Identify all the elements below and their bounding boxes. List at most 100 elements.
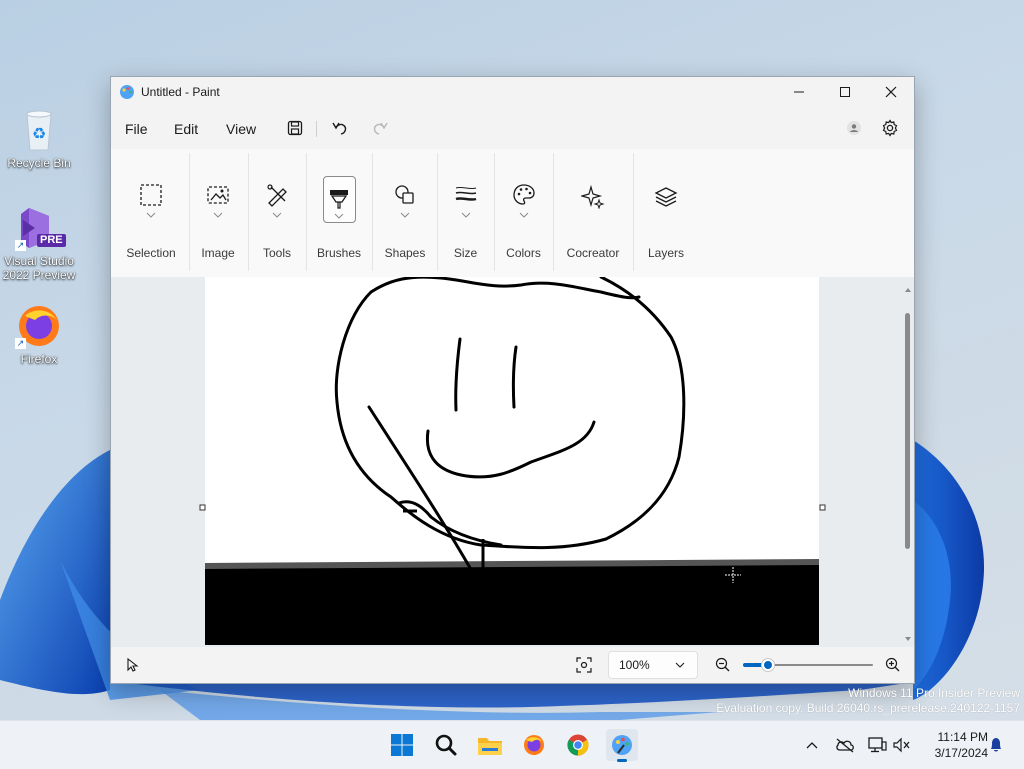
- chrome-taskbar-button[interactable]: [562, 729, 594, 761]
- fit-to-window-button[interactable]: [575, 656, 593, 674]
- palette-icon: [506, 177, 542, 213]
- redo-button[interactable]: [370, 118, 390, 138]
- close-icon: [885, 86, 897, 98]
- layers-label: Layers: [647, 246, 685, 260]
- cloud-off-icon: [836, 738, 854, 753]
- ribbon-group-shapes[interactable]: Shapes: [372, 149, 438, 277]
- ribbon-group-brushes[interactable]: Brushes: [306, 149, 372, 277]
- undo-button[interactable]: [330, 118, 350, 138]
- firefox-icon: ↗: [15, 302, 63, 350]
- menu-edit[interactable]: Edit: [174, 121, 198, 137]
- size-icon: [448, 177, 484, 213]
- size-label: Size: [453, 246, 478, 260]
- selection-label: Selection: [126, 246, 176, 260]
- scroll-down-icon[interactable]: [904, 635, 912, 643]
- file-explorer-button[interactable]: [474, 729, 506, 761]
- paint-window: Untitled - Paint File Edit View Selectio…: [110, 76, 915, 684]
- minimize-button[interactable]: [776, 77, 822, 107]
- maximize-icon: [840, 87, 850, 97]
- save-icon: [287, 120, 303, 136]
- volume-status[interactable]: [890, 733, 914, 757]
- settings-button[interactable]: [880, 118, 900, 138]
- chevron-up-icon: [806, 742, 818, 749]
- undo-icon: [332, 122, 347, 135]
- scroll-up-icon[interactable]: [904, 286, 912, 294]
- clock[interactable]: 11:14 PM 3/17/2024: [920, 729, 988, 761]
- shapes-label: Shapes: [384, 246, 426, 260]
- scrollbar-thumb[interactable]: [905, 313, 910, 549]
- ribbon-group-selection[interactable]: Selection: [113, 149, 189, 277]
- drawing-canvas[interactable]: [111, 277, 914, 647]
- ribbon-group-cocreator[interactable]: Cocreator: [553, 149, 633, 277]
- chrome-icon: [567, 734, 589, 756]
- network-status[interactable]: [865, 733, 889, 757]
- ribbon: Selection Image Tools Brushes Shapes Siz…: [111, 149, 914, 277]
- recycle-bin-icon: ♻: [15, 106, 63, 154]
- shapes-icon: [387, 177, 423, 213]
- save-button[interactable]: [285, 118, 305, 138]
- gear-icon: [882, 119, 898, 137]
- zoom-slider[interactable]: [743, 658, 873, 672]
- maximize-button[interactable]: [822, 77, 868, 107]
- status-bar: 100%: [111, 647, 914, 683]
- clock-date: 3/17/2024: [934, 746, 988, 760]
- resize-handle-left[interactable]: [199, 504, 206, 511]
- watermark-line-1: Windows 11 Pro Insider Preview: [848, 686, 1020, 700]
- speaker-muted-icon: [893, 737, 910, 753]
- ribbon-group-colors[interactable]: Colors: [494, 149, 553, 277]
- bell-icon: [991, 738, 1001, 752]
- zoom-out-button[interactable]: [715, 657, 731, 678]
- ribbon-group-layers[interactable]: Layers: [633, 149, 699, 277]
- chevron-down-icon: [146, 212, 156, 218]
- title-bar[interactable]: Untitled - Paint: [111, 77, 914, 107]
- chevron-down-icon: [519, 212, 528, 218]
- visual-studio-label-1: Visual Studio: [4, 254, 74, 268]
- onedrive-status[interactable]: [833, 733, 857, 757]
- menu-view[interactable]: View: [226, 121, 256, 137]
- firefox-label: Firefox: [20, 352, 58, 366]
- cocreator-label: Cocreator: [566, 246, 620, 260]
- paint-taskbar-button[interactable]: [606, 729, 638, 762]
- start-icon: [391, 734, 413, 756]
- visual-studio-label-2: 2022 Preview: [2, 268, 76, 282]
- recycle-bin-label: Recycle Bin: [7, 156, 71, 170]
- desktop-icon-visual-studio[interactable]: PRE ↗ Visual Studio 2022 Preview: [1, 204, 77, 282]
- firefox-taskbar-button[interactable]: [518, 729, 550, 761]
- window-title: Untitled - Paint: [141, 85, 220, 99]
- account-icon: [847, 121, 861, 135]
- menu-file[interactable]: File: [125, 121, 148, 137]
- vertical-scrollbar[interactable]: [904, 281, 912, 643]
- watermark-line-2: Evaluation copy. Build 26040.rs_prerelea…: [716, 701, 1020, 715]
- taskbar: 11:14 PM 3/17/2024: [0, 720, 1024, 769]
- notifications-button[interactable]: [984, 733, 1008, 757]
- image-icon: [200, 177, 236, 213]
- zoom-in-icon: [885, 657, 900, 672]
- zoom-in-button[interactable]: [885, 657, 901, 678]
- colors-label: Colors: [506, 246, 541, 260]
- layers-icon: [648, 179, 684, 215]
- chevron-down-icon: [400, 212, 410, 218]
- start-button[interactable]: [386, 729, 418, 761]
- ribbon-group-image[interactable]: Image: [189, 149, 247, 277]
- sparkle-icon: [575, 179, 611, 215]
- zoom-select[interactable]: 100%: [608, 651, 698, 679]
- show-hidden-icons-button[interactable]: [800, 733, 824, 757]
- chevron-down-icon: [461, 212, 470, 218]
- shortcut-arrow-icon: ↗: [15, 240, 26, 251]
- paint-icon: [612, 735, 632, 755]
- ribbon-group-tools[interactable]: Tools: [248, 149, 306, 277]
- search-button[interactable]: [430, 729, 462, 761]
- close-button[interactable]: [868, 77, 914, 107]
- resize-handle-right[interactable]: [819, 504, 826, 511]
- zoom-slider-thumb[interactable]: [761, 659, 774, 671]
- account-button[interactable]: [844, 118, 864, 138]
- desktop-icon-recycle-bin[interactable]: ♻ Recycle Bin: [1, 106, 77, 170]
- menu-bar: File Edit View: [111, 111, 914, 143]
- tools-label: Tools: [262, 246, 291, 260]
- ribbon-group-size[interactable]: Size: [437, 149, 494, 277]
- minimize-icon: [794, 91, 804, 93]
- firefox-icon: [524, 735, 544, 755]
- paint-app-icon: [119, 84, 135, 100]
- chevron-down-icon: [272, 212, 282, 218]
- desktop-icon-firefox[interactable]: ↗ Firefox: [1, 302, 77, 366]
